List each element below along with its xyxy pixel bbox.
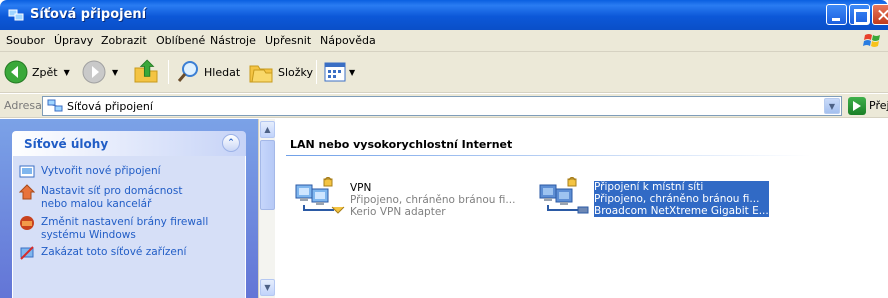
network-tasks-title: Síťové úlohy <box>24 137 109 151</box>
connection-status: Připojeno, chráněno bránou fi... <box>594 193 760 205</box>
minimize-button[interactable] <box>826 4 847 25</box>
menu-zobrazit[interactable]: Zobrazit <box>101 34 147 47</box>
connection-device: Kerio VPN adapter <box>350 206 446 218</box>
disable-device-icon <box>20 246 34 260</box>
connection-name: Připojení k místní síti <box>594 181 704 193</box>
windows-logo-icon <box>863 34 880 47</box>
connection-status: Připojeno, chráněno bránou fi... <box>350 194 516 206</box>
up-folder-button[interactable] <box>132 58 160 86</box>
toolbar: Zpět ▼ ▼ Hledat Složky ▼ <box>0 52 888 93</box>
folders-label: Složky <box>278 65 314 79</box>
task-pane: Síťové úlohy ⌃ Vytvořit nové připojení N… <box>0 119 258 298</box>
address-label: Adresa <box>4 99 42 112</box>
vpn-connection-icon[interactable] <box>294 177 346 217</box>
back-button[interactable]: Zpět ▼ <box>4 58 70 86</box>
menu-upravy[interactable]: Úpravy <box>54 34 93 47</box>
network-connections-icon <box>47 99 63 112</box>
chevron-down-icon[interactable]: ▼ <box>64 68 70 77</box>
back-arrow-icon <box>4 60 28 84</box>
menu-oblibene[interactable]: Oblíbené <box>156 34 205 47</box>
views-button[interactable]: ▼ <box>324 58 355 86</box>
network-tasks-header[interactable]: Síťové úlohy ⌃ <box>12 131 246 156</box>
scroll-down-icon[interactable]: ▼ <box>260 279 275 296</box>
search-label: Hledat <box>204 65 241 79</box>
menu-soubor[interactable]: Soubor <box>6 34 45 47</box>
vpn-connection-text[interactable]: VPN Připojeno, chráněno bránou fi... Ker… <box>350 182 515 218</box>
menu-bar: Soubor Úpravy Zobrazit Oblíbené Nástroje… <box>0 30 888 52</box>
firewall-icon <box>20 216 34 230</box>
connection-device: Broadcom NetXtreme Gigabit E... <box>594 205 769 217</box>
network-tasks-list: Vytvořit nové připojení Nastavit síť pro… <box>12 156 246 298</box>
task-pane-scrollbar[interactable]: ▲ ▼ <box>258 119 275 298</box>
folders-icon <box>249 65 273 83</box>
search-icon <box>177 61 198 82</box>
go-label[interactable]: Přejít <box>869 99 888 112</box>
folders-button[interactable]: Složky <box>248 58 313 86</box>
folder-up-icon <box>134 59 158 83</box>
menu-napoveda[interactable]: Nápověda <box>320 34 376 47</box>
task-setup-home-network[interactable]: Nastavit síť pro domácnost nebo malou ka… <box>41 185 211 211</box>
search-button[interactable]: Hledat <box>176 58 240 86</box>
connection-name: VPN <box>350 182 372 194</box>
group-title: LAN nebo vysokorychlostní Internet <box>290 138 513 151</box>
task-change-firewall[interactable]: Změnit nastavení brány firewall systému … <box>41 216 231 242</box>
address-value: Síťová připojení <box>67 100 153 113</box>
menu-upresnit[interactable]: Upřesnit <box>265 34 311 47</box>
go-button[interactable] <box>848 97 866 115</box>
task-create-connection[interactable]: Vytvořit nové připojení <box>41 165 161 178</box>
views-icon <box>324 62 346 82</box>
connections-view: LAN nebo vysokorychlostní Internet VPN P… <box>276 119 888 298</box>
back-label: Zpět <box>32 65 58 79</box>
maximize-button[interactable] <box>849 4 870 25</box>
title-bar[interactable]: Síťová připojení <box>0 0 888 30</box>
menu-nastroje[interactable]: Nástroje <box>210 34 256 47</box>
lan-connection-text[interactable]: Připojení k místní síti Připojeno, chrán… <box>594 181 769 217</box>
group-divider <box>286 155 811 156</box>
forward-arrow-icon <box>82 60 106 84</box>
scroll-up-icon[interactable]: ▲ <box>260 121 275 138</box>
address-dropdown-button[interactable]: ▼ <box>824 98 840 114</box>
chevron-down-icon[interactable]: ▼ <box>112 68 118 77</box>
home-network-icon <box>19 184 35 200</box>
forward-button[interactable]: ▼ <box>82 58 118 86</box>
address-field[interactable]: Síťová připojení ▼ <box>42 96 842 116</box>
scroll-thumb[interactable] <box>260 140 275 210</box>
window-title: Síťová připojení <box>30 7 147 22</box>
close-button[interactable] <box>872 4 888 25</box>
collapse-chevron-icon[interactable]: ⌃ <box>222 134 240 152</box>
lan-connection-icon[interactable] <box>538 177 590 217</box>
new-connection-icon <box>19 165 35 178</box>
task-disable-device[interactable]: Zakázat toto síťové zařízení <box>41 246 186 259</box>
address-bar: Adresa Síťová připojení ▼ Přejít <box>0 94 888 118</box>
chevron-down-icon[interactable]: ▼ <box>349 68 355 77</box>
network-connections-icon <box>8 9 24 21</box>
